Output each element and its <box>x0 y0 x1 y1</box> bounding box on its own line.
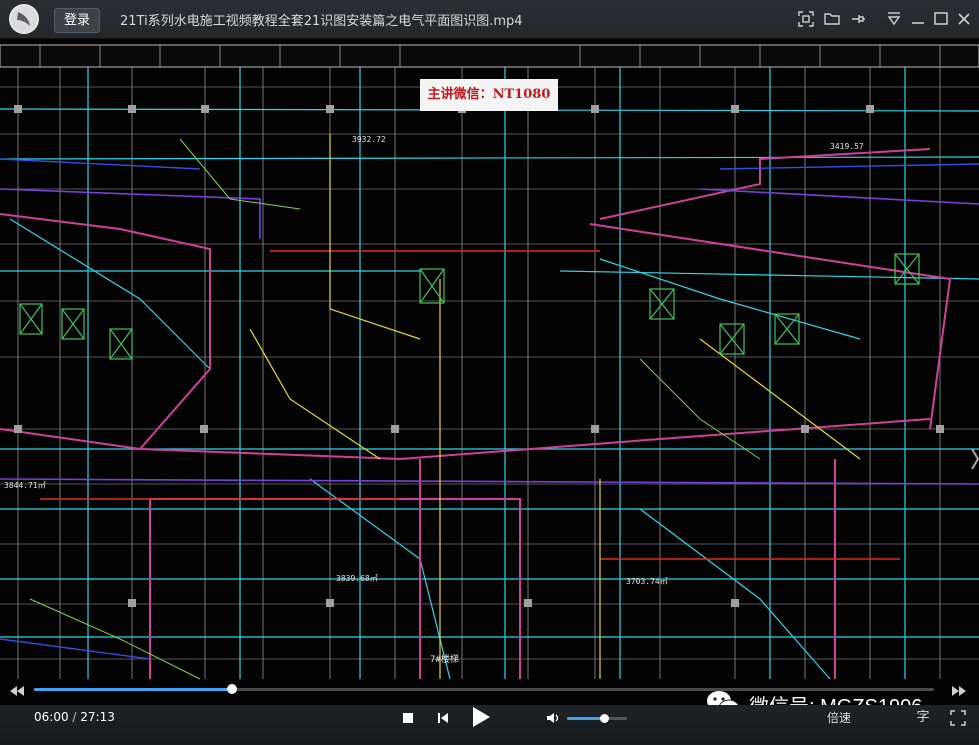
player-control-bar: 06:00 / 27:13 倍速 字 <box>0 705 979 745</box>
app-logo-icon[interactable] <box>9 4 39 34</box>
previous-button[interactable] <box>436 710 450 724</box>
current-time: 06:00 <box>34 710 69 724</box>
area-label: 3703.74㎡ <box>626 577 668 586</box>
volume-icon[interactable] <box>546 710 562 724</box>
maximize-icon[interactable] <box>931 9 951 29</box>
time-separator: / <box>68 710 81 724</box>
total-time: 27:13 <box>80 710 115 724</box>
subtitle-button[interactable]: 字 <box>912 707 934 729</box>
fast-forward-icon[interactable] <box>950 683 968 697</box>
fullscreen-icon[interactable] <box>950 710 966 726</box>
area-label: 3844.71㎡ <box>4 481 46 490</box>
playback-speed-button[interactable]: 倍速 <box>818 707 860 729</box>
lecturer-wechat-watermark: 主讲微信：NT1080 <box>420 79 558 111</box>
close-icon[interactable] <box>954 9 974 29</box>
screenshot-icon[interactable] <box>796 9 816 29</box>
login-button[interactable]: 登录 <box>54 8 100 33</box>
time-display: 06:00 / 27:13 <box>34 710 115 724</box>
title-bar: 登录 21Ti系列水电施工视频教程全套21识图安装篇之电气平面图识图.mp4 <box>0 0 979 39</box>
stop-button[interactable] <box>401 710 415 724</box>
area-label: 3932.72 <box>352 135 386 144</box>
volume-slider[interactable] <box>567 714 627 723</box>
progress-thumb[interactable] <box>227 684 237 694</box>
area-label: 3839.68㎡ <box>336 574 378 583</box>
area-label: 3419.57 <box>830 142 864 151</box>
volume-fill <box>567 717 605 720</box>
menu-dropdown-icon[interactable] <box>884 9 904 29</box>
volume-thumb[interactable] <box>600 714 610 723</box>
rewind-icon[interactable] <box>8 683 26 697</box>
stair-label: 7#楼梯 <box>430 655 459 665</box>
pin-icon[interactable] <box>848 9 868 29</box>
progress-fill <box>34 688 232 691</box>
video-frame[interactable]: 主讲微信：NT1080 3844.71㎡ 3839.68㎡ 3703.74㎡ 3… <box>0 39 979 705</box>
window-title: 21Ti系列水电施工视频教程全套21识图安装篇之电气平面图识图.mp4 <box>120 14 523 29</box>
video-player-window: 登录 21Ti系列水电施工视频教程全套21识图安装篇之电气平面图识图.mp4 主… <box>0 0 979 745</box>
folder-icon[interactable] <box>822 9 842 29</box>
play-button[interactable] <box>467 704 493 730</box>
cad-floor-plan <box>0 44 979 680</box>
minimize-icon[interactable] <box>908 9 928 29</box>
